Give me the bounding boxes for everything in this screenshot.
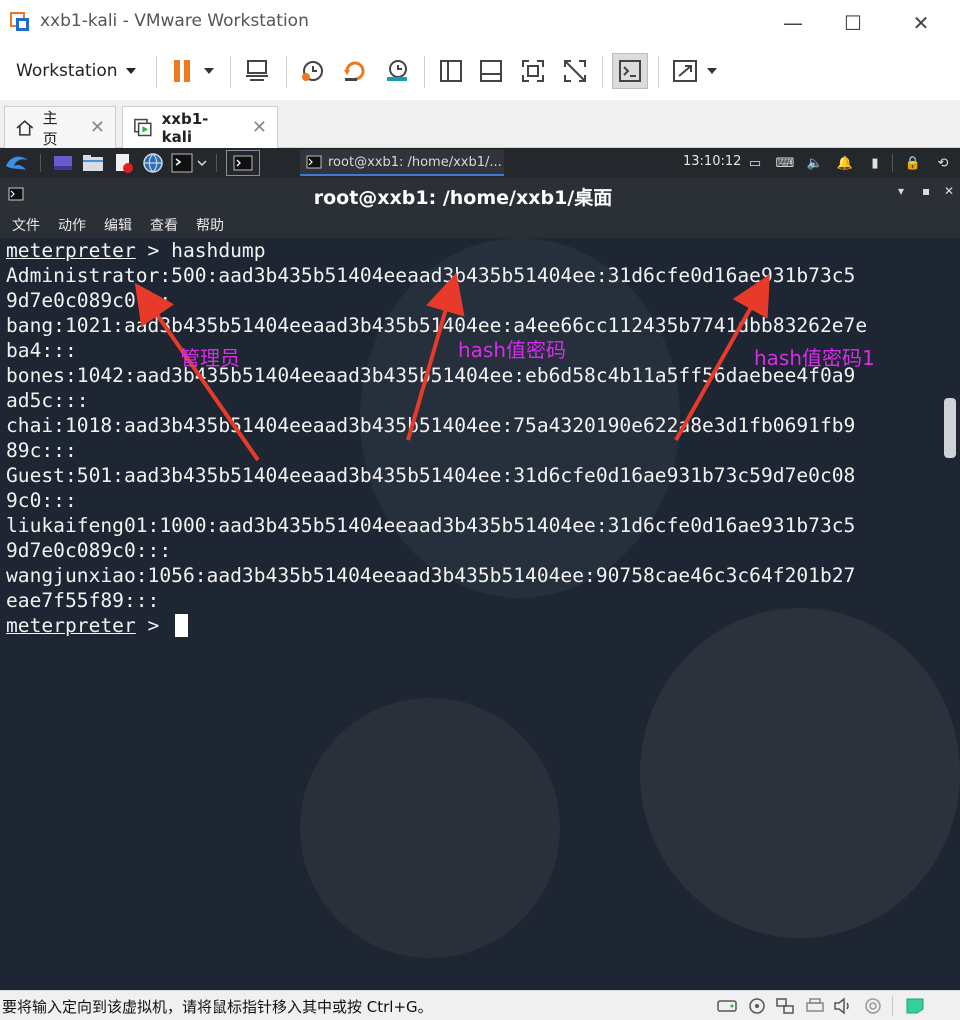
minimize-button[interactable]: — — [770, 8, 816, 38]
close-tab-icon[interactable]: ✕ — [90, 117, 105, 138]
workstation-menu[interactable]: Workstation — [8, 56, 144, 86]
network-adapter-icon[interactable] — [774, 996, 796, 1016]
arrow-to-username — [134, 282, 260, 462]
maximize-button[interactable]: ☐ — [830, 8, 876, 38]
console-view-button[interactable] — [476, 56, 506, 86]
usb-device-icon[interactable] — [862, 996, 884, 1016]
stretch-icon — [673, 60, 717, 82]
send-keys-button[interactable] — [242, 56, 272, 86]
annotation-hash: hash值密码 — [458, 338, 567, 362]
unity-icon — [564, 60, 586, 82]
pause-icon — [174, 60, 214, 82]
toolbar-separator — [424, 56, 425, 88]
fullscreen-button[interactable] — [518, 56, 548, 86]
vmware-app-icon — [10, 12, 30, 32]
cd-dvd-icon[interactable] — [746, 996, 768, 1016]
snapshot-button[interactable] — [298, 56, 328, 86]
toolbar-separator — [286, 56, 287, 88]
vm-icon — [134, 118, 152, 136]
main-toolbar: Workstation — [0, 44, 960, 100]
toolbar-separator — [602, 56, 603, 88]
manage-snapshots-icon — [387, 60, 407, 81]
sidebar-icon — [440, 60, 462, 82]
revert-snapshot-icon — [344, 61, 365, 81]
unity-button[interactable] — [560, 56, 590, 86]
vm-console[interactable]: root@xxb1: /home/xxb1/... 13:10:12 ▭ ⌨ 🔈… — [0, 148, 960, 990]
snapshot-icon — [302, 61, 323, 81]
toolbar-separator — [230, 56, 231, 88]
tab-home[interactable]: 主页 ✕ — [4, 106, 116, 148]
annotation-admin: 管理员 — [180, 346, 240, 370]
toolbar-separator — [156, 56, 157, 88]
message-log-icon[interactable] — [904, 996, 926, 1016]
close-button[interactable]: ✕ — [898, 8, 944, 38]
terminal-view-button[interactable] — [612, 53, 648, 89]
arrow-to-nt-hash — [674, 274, 770, 441]
tab-vm-label: xxb1-kali — [161, 109, 209, 146]
tab-xxb1-kali[interactable]: xxb1-kali ✕ — [122, 106, 278, 148]
workstation-label: Workstation — [16, 61, 118, 81]
sound-card-icon[interactable] — [832, 996, 854, 1016]
send-keys-icon — [246, 60, 268, 81]
status-separator — [892, 996, 893, 1016]
pause-button[interactable] — [166, 56, 218, 86]
tab-home-label: 主页 — [42, 108, 58, 148]
console-view-icon — [480, 60, 502, 82]
sidebar-toggle-button[interactable] — [436, 56, 466, 86]
annotation-arrows — [134, 272, 770, 462]
manage-snapshots-button[interactable] — [382, 56, 412, 86]
window-titlebar: xxb1-kali - VMware Workstation — ☐ ✕ — [0, 0, 960, 44]
toolbar-separator — [658, 56, 659, 88]
terminal-view-icon — [619, 60, 641, 82]
status-bar: 要将输入定向到该虚拟机，请将鼠标指针移入其中或按 Ctrl+G。 — [0, 990, 960, 1020]
printer-icon[interactable] — [804, 996, 826, 1016]
revert-snapshot-button[interactable] — [340, 56, 370, 86]
status-message: 要将输入定向到该虚拟机，请将鼠标指针移入其中或按 Ctrl+G。 — [2, 998, 433, 1016]
arrow-to-lm-hash — [406, 272, 465, 441]
window-title: xxb1-kali - VMware Workstation — [40, 11, 309, 31]
vm-tabs: 主页 ✕ xxb1-kali ✕ — [0, 100, 960, 148]
home-icon — [16, 119, 34, 136]
chevron-down-icon — [125, 68, 136, 74]
hard-disk-icon[interactable] — [716, 996, 738, 1016]
close-tab-icon[interactable]: ✕ — [252, 117, 267, 138]
stretch-button[interactable] — [670, 56, 722, 86]
annotation-hash-1: hash值密码1 — [754, 346, 875, 370]
fullscreen-icon — [522, 60, 544, 82]
